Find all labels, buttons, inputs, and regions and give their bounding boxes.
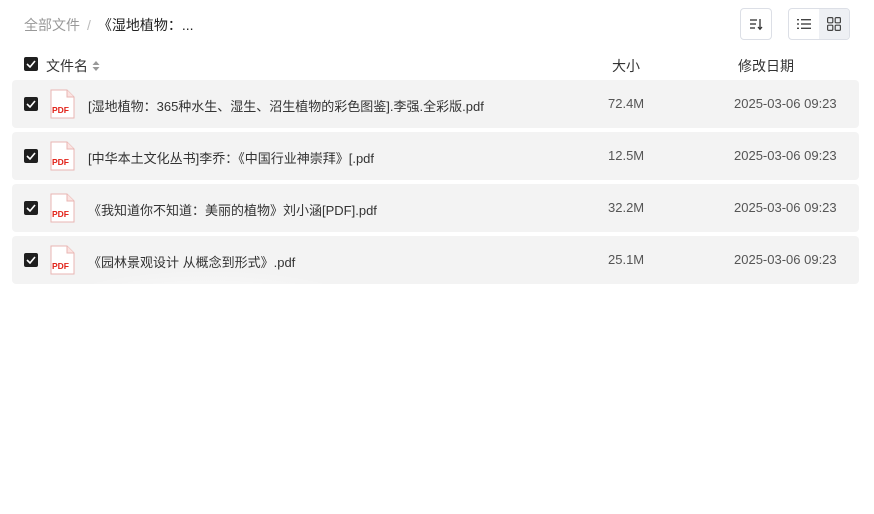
file-row[interactable]: PDF 《我知道你不知道：美丽的植物》刘小涵[PDF].pdf 32.2M 2025-… <box>12 184 859 232</box>
grid-view-icon <box>827 17 841 31</box>
breadcrumb-separator: / <box>87 17 91 33</box>
pdf-file-icon: PDF <box>50 89 75 119</box>
checkmark-icon <box>26 256 36 264</box>
file-row[interactable]: PDF [中华本土文化丛书]李乔：《中国行业神崇拜》[.pdf 12.5M 2025-… <box>12 132 859 180</box>
file-name[interactable]: [中华本土文化丛书]李乔：《中国行业神崇拜》[.pdf <box>88 148 374 167</box>
pdf-file-icon: PDF <box>50 141 75 171</box>
pdf-file-icon-label: PDF <box>52 105 69 115</box>
pdf-file-icon: PDF <box>50 245 75 275</box>
pdf-file-icon-label: PDF <box>52 209 69 219</box>
grid-view-button[interactable] <box>819 9 849 39</box>
list-view-button[interactable] <box>789 9 819 39</box>
column-header-name-label: 文件名 <box>46 58 88 74</box>
file-size: 25.1M <box>608 252 645 267</box>
top-bar: 全部文件 / 《湿地植物：... <box>0 0 874 48</box>
file-size: 12.5M <box>608 148 645 163</box>
file-modified-date: 2025-03-06 09:23 <box>734 252 837 267</box>
row-checkbox[interactable] <box>24 253 38 267</box>
checkmark-icon <box>26 152 36 160</box>
pdf-file-icon-label: PDF <box>52 157 69 167</box>
column-header-name[interactable]: 文件名 <box>46 56 100 76</box>
view-mode-toggle <box>788 8 850 40</box>
breadcrumb-root-link[interactable]: 全部文件 <box>24 15 80 35</box>
file-modified-date: 2025-03-06 09:23 <box>734 200 837 215</box>
file-size: 32.2M <box>608 200 645 215</box>
sort-caret-icon <box>92 61 100 71</box>
file-name[interactable]: 《园林景观设计 从概念到形式》.pdf <box>88 252 295 271</box>
select-all-checkbox[interactable] <box>24 57 38 71</box>
checkmark-icon <box>26 60 36 68</box>
checkmark-icon <box>26 100 36 108</box>
list-view-icon <box>797 19 811 29</box>
row-checkbox[interactable] <box>24 97 38 111</box>
pdf-file-icon-label: PDF <box>52 261 69 271</box>
file-name[interactable]: 《我知道你不知道：美丽的植物》刘小涵[PDF].pdf <box>88 200 377 219</box>
file-row[interactable]: PDF 《园林景观设计 从概念到形式》.pdf 25.1M 2025-03-06 09… <box>12 236 859 284</box>
file-list: PDF [湿地植物：365种水生、湿生、沼生植物的彩色图鉴].李强.全彩版.pdf… <box>12 80 859 288</box>
breadcrumb: 全部文件 / 《湿地植物：... <box>24 15 194 35</box>
sort-button[interactable] <box>740 8 772 40</box>
breadcrumb-current-folder: 《湿地植物：... <box>97 17 194 33</box>
file-row[interactable]: PDF [湿地植物：365种水生、湿生、沼生植物的彩色图鉴].李强.全彩版.pdf… <box>12 80 859 128</box>
file-list-header: 文件名 大小 修改日期 <box>0 52 874 76</box>
column-header-date[interactable]: 修改日期 <box>738 56 794 76</box>
column-header-size[interactable]: 大小 <box>612 56 640 76</box>
file-size: 72.4M <box>608 96 645 111</box>
sort-descending-icon <box>750 19 763 31</box>
row-checkbox[interactable] <box>24 201 38 215</box>
file-modified-date: 2025-03-06 09:23 <box>734 96 837 111</box>
checkmark-icon <box>26 204 36 212</box>
file-modified-date: 2025-03-06 09:23 <box>734 148 837 163</box>
file-name[interactable]: [湿地植物：365种水生、湿生、沼生植物的彩色图鉴].李强.全彩版.pdf <box>88 96 484 115</box>
row-checkbox[interactable] <box>24 149 38 163</box>
pdf-file-icon: PDF <box>50 193 75 223</box>
